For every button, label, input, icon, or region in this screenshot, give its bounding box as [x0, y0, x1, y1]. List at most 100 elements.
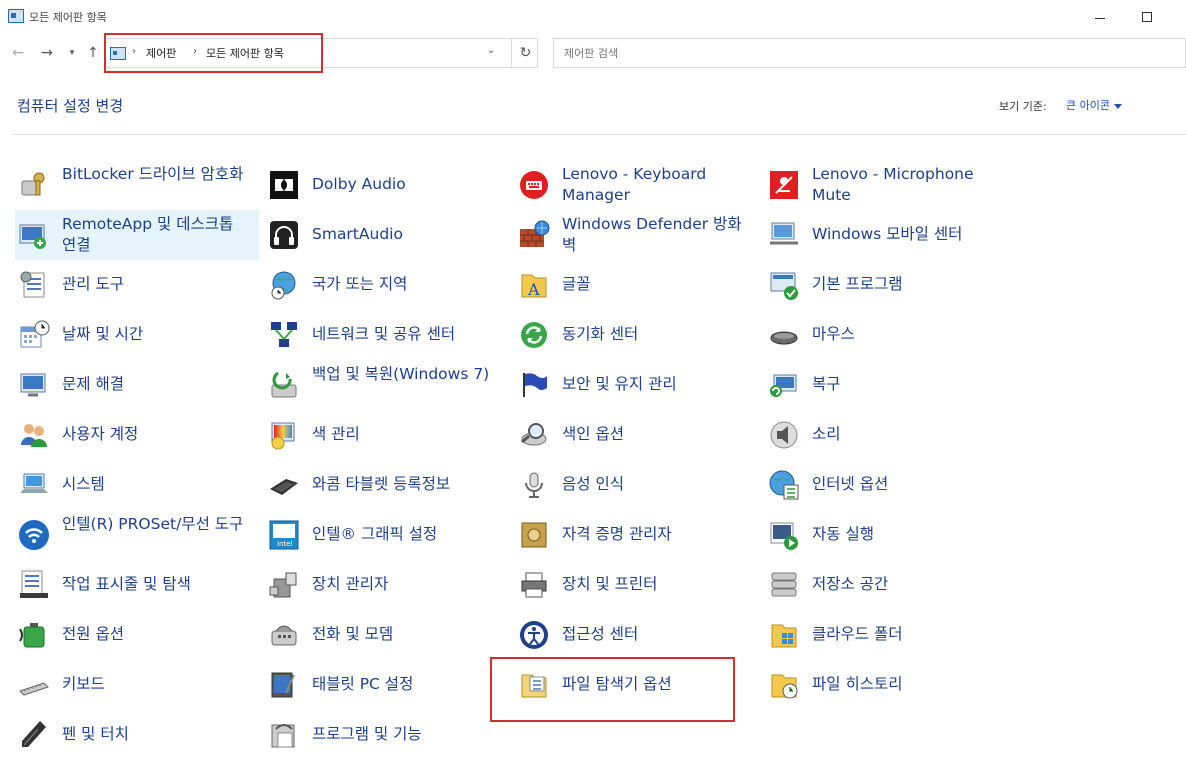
caret-down-icon[interactable] — [1113, 103, 1122, 109]
control-panel-item-label[interactable]: 시스템 — [62, 474, 252, 495]
control-panel-item-label[interactable]: Lenovo - Keyboard Manager — [562, 164, 752, 206]
control-panel-item-label[interactable]: 관리 도구 — [62, 274, 252, 295]
control-panel-item-label[interactable]: 색인 옵션 — [562, 424, 752, 445]
control-panel-item[interactable]: 마우스 — [765, 310, 1009, 360]
control-panel-item-label[interactable]: 클라우드 폴더 — [812, 624, 1002, 645]
control-panel-item[interactable]: 저장소 공간 — [765, 560, 1009, 610]
control-panel-item-label[interactable]: 접근성 센터 — [562, 624, 752, 645]
control-panel-item-label[interactable]: 자격 증명 관리자 — [562, 524, 752, 545]
control-panel-item-label[interactable]: 전원 옵션 — [62, 624, 252, 645]
control-panel-item[interactable]: Lenovo - Keyboard Manager — [515, 160, 759, 210]
control-panel-item-label[interactable]: 기본 프로그램 — [812, 274, 1002, 295]
view-by-dropdown[interactable]: 큰 아이콘 — [1066, 97, 1122, 113]
control-panel-item[interactable]: 날짜 및 시간 — [15, 310, 259, 360]
control-panel-item[interactable]: 태블릿 PC 설정 — [265, 660, 509, 710]
recent-locations-button[interactable]: ▾ — [62, 42, 82, 64]
control-panel-item[interactable]: 인터넷 옵션 — [765, 460, 1009, 510]
control-panel-item-label[interactable]: 소리 — [812, 424, 1002, 445]
chevron-down-icon[interactable]: ⌄ — [487, 45, 495, 56]
control-panel-item[interactable]: 펜 및 터치 — [15, 710, 259, 760]
control-panel-item[interactable]: intel 인텔® 그래픽 설정 — [265, 510, 509, 560]
control-panel-item[interactable]: 와콤 타블렛 등록정보 — [265, 460, 509, 510]
control-panel-item-label[interactable]: 날짜 및 시간 — [62, 324, 252, 345]
control-panel-item-label[interactable]: 전화 및 모뎀 — [312, 624, 502, 645]
back-button[interactable]: ← — [8, 42, 28, 64]
control-panel-item-label[interactable]: 파일 탐색기 옵션 — [562, 674, 752, 695]
control-panel-item-label[interactable]: 프로그램 및 기능 — [312, 724, 502, 745]
control-panel-item-label[interactable]: 태블릿 PC 설정 — [312, 674, 502, 695]
control-panel-item-label[interactable]: 동기화 센터 — [562, 324, 752, 345]
control-panel-item-label[interactable]: 색 관리 — [312, 424, 502, 445]
control-panel-item-label[interactable]: Lenovo - Microphone Mute — [812, 164, 1002, 206]
control-panel-item[interactable]: Windows Defender 방화벽 — [515, 210, 759, 260]
control-panel-item-label[interactable]: 와콤 타블렛 등록정보 — [312, 474, 502, 495]
control-panel-item[interactable]: BitLocker 드라이브 암호화 — [15, 160, 259, 210]
control-panel-item-label[interactable]: 글꼴 — [562, 274, 752, 295]
control-panel-item-label[interactable]: 장치 관리자 — [312, 574, 502, 595]
address-bar[interactable]: › 제어판 › 모든 제어판 항목 ⌄ ↻ — [104, 38, 538, 68]
control-panel-item[interactable]: 기본 프로그램 — [765, 260, 1009, 310]
control-panel-item[interactable]: 접근성 센터 — [515, 610, 759, 660]
control-panel-item[interactable]: 사용자 계정 — [15, 410, 259, 460]
breadcrumb-control-panel[interactable]: 제어판 — [146, 45, 176, 61]
control-panel-item-label[interactable]: Windows 모바일 센터 — [812, 224, 1002, 245]
control-panel-item-label[interactable]: 펜 및 터치 — [62, 724, 252, 745]
refresh-button[interactable]: ↻ — [511, 39, 539, 67]
control-panel-item[interactable]: Windows 모바일 센터 — [765, 210, 1009, 260]
chevron-right-icon[interactable]: › — [193, 46, 197, 57]
control-panel-item[interactable]: 소리 — [765, 410, 1009, 460]
control-panel-item[interactable]: SmartAudio — [265, 210, 509, 260]
control-panel-item[interactable]: 관리 도구 — [15, 260, 259, 310]
control-panel-item[interactable]: 색인 옵션 — [515, 410, 759, 460]
control-panel-item[interactable]: 보안 및 유지 관리 — [515, 360, 759, 410]
control-panel-item-label[interactable]: 장치 및 프린터 — [562, 574, 752, 595]
control-panel-item[interactable]: 키보드 — [15, 660, 259, 710]
control-panel-item-label[interactable]: 네트워크 및 공유 센터 — [312, 324, 502, 345]
control-panel-item-label[interactable]: BitLocker 드라이브 암호화 — [62, 164, 252, 185]
control-panel-item[interactable]: RemoteApp 및 데스크톱 연결 — [15, 210, 259, 260]
control-panel-item-label[interactable]: 키보드 — [62, 674, 252, 695]
search-box[interactable] — [553, 38, 1186, 68]
minimize-button[interactable] — [1080, 6, 1120, 30]
control-panel-item[interactable]: 전원 옵션 — [15, 610, 259, 660]
search-input[interactable] — [554, 39, 1185, 67]
control-panel-item-label[interactable]: 백업 및 복원(Windows 7) — [312, 364, 502, 385]
control-panel-item[interactable]: Dolby Audio — [265, 160, 509, 210]
control-panel-item-label[interactable]: 사용자 계정 — [62, 424, 252, 445]
forward-button[interactable]: → — [37, 42, 57, 64]
control-panel-item-label[interactable]: 문제 해결 — [62, 374, 252, 395]
control-panel-item[interactable]: 자동 실행 — [765, 510, 1009, 560]
control-panel-item[interactable]: 색 관리 — [265, 410, 509, 460]
control-panel-item[interactable]: 동기화 센터 — [515, 310, 759, 360]
control-panel-item-label[interactable]: SmartAudio — [312, 224, 502, 245]
control-panel-item-label[interactable]: 인텔® 그래픽 설정 — [312, 524, 502, 545]
control-panel-item[interactable]: 작업 표시줄 및 탐색 — [15, 560, 259, 610]
control-panel-item-label[interactable]: 보안 및 유지 관리 — [562, 374, 752, 395]
control-panel-item-label[interactable]: 파일 히스토리 — [812, 674, 1002, 695]
control-panel-item[interactable]: 백업 및 복원(Windows 7) — [265, 360, 509, 410]
control-panel-item[interactable]: 시스템 — [15, 460, 259, 510]
control-panel-item[interactable]: 복구 — [765, 360, 1009, 410]
control-panel-item-label[interactable]: Windows Defender 방화벽 — [562, 214, 752, 256]
control-panel-item[interactable]: 파일 히스토리 — [765, 660, 1009, 710]
control-panel-item[interactable]: 장치 관리자 — [265, 560, 509, 610]
control-panel-item-label[interactable]: 인텔(R) PROSet/무선 도구 — [62, 514, 252, 535]
view-by-value[interactable]: 큰 아이콘 — [1066, 99, 1110, 112]
control-panel-item-label[interactable]: 저장소 공간 — [812, 574, 1002, 595]
control-panel-item[interactable]: 문제 해결 — [15, 360, 259, 410]
control-panel-item[interactable]: 장치 및 프린터 — [515, 560, 759, 610]
up-button[interactable]: ↑ — [83, 42, 103, 64]
control-panel-item-label[interactable]: 음성 인식 — [562, 474, 752, 495]
control-panel-item-label[interactable]: 자동 실행 — [812, 524, 1002, 545]
control-panel-item[interactable]: A 글꼴 — [515, 260, 759, 310]
control-panel-item-label[interactable]: 마우스 — [812, 324, 1002, 345]
maximize-button[interactable] — [1127, 6, 1167, 30]
control-panel-item[interactable]: Lenovo - Microphone Mute — [765, 160, 1009, 210]
control-panel-item-label[interactable]: RemoteApp 및 데스크톱 연결 — [62, 214, 252, 256]
control-panel-item[interactable]: 클라우드 폴더 — [765, 610, 1009, 660]
control-panel-item[interactable]: 자격 증명 관리자 — [515, 510, 759, 560]
control-panel-item-label[interactable]: 국가 또는 지역 — [312, 274, 502, 295]
control-panel-item[interactable]: 음성 인식 — [515, 460, 759, 510]
breadcrumb-all-items[interactable]: 모든 제어판 항목 — [206, 45, 284, 61]
control-panel-item[interactable]: 인텔(R) PROSet/무선 도구 — [15, 510, 259, 560]
